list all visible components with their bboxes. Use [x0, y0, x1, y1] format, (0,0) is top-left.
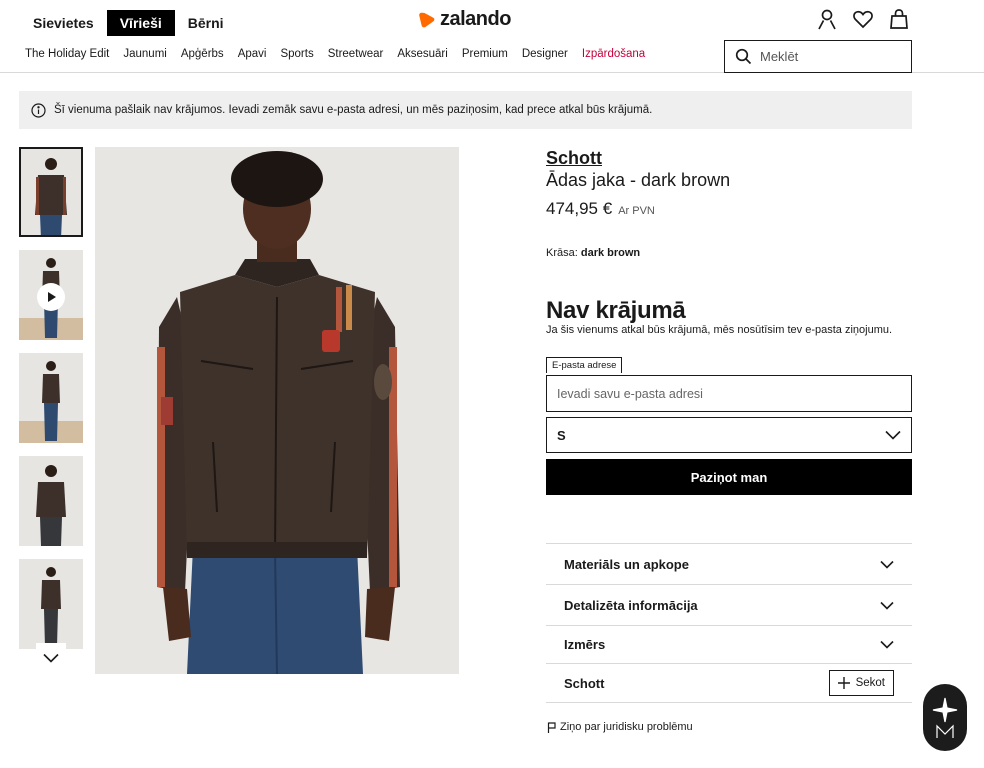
- color-value: dark brown: [580, 247, 641, 259]
- accordion-label: Izmērs: [564, 637, 606, 652]
- nav-sale[interactable]: Izpārdošana: [582, 48, 645, 60]
- chevron-down-icon: [880, 640, 894, 649]
- email-field[interactable]: [546, 375, 912, 412]
- follow-button[interactable]: Sekot: [828, 670, 894, 696]
- thumbnail-3[interactable]: [19, 353, 83, 443]
- logo-text: zalando: [440, 8, 511, 30]
- out-of-stock-notice: Šī vienuma pašlaik nav krājumos. Ievadi …: [19, 91, 912, 129]
- nav-streetwear[interactable]: Streetwear: [328, 48, 384, 60]
- nav-sports[interactable]: Sports: [280, 48, 313, 60]
- site-header: Sievietes Vīrieši Bērni zalando The Holi…: [0, 0, 984, 73]
- accordion-label: Detalizēta informācija: [564, 597, 698, 613]
- model-photo-thumb: [41, 567, 61, 647]
- play-video-button[interactable]: [37, 283, 65, 311]
- thumbnail-4[interactable]: [19, 456, 83, 546]
- accordion-details[interactable]: Detalizēta informācija: [546, 584, 912, 625]
- model-photo-thumb: [36, 465, 66, 546]
- notice-text: Šī vienuma pašlaik nav krājumos. Ievadi …: [54, 104, 653, 116]
- info-icon: [31, 102, 46, 118]
- nav-accessories[interactable]: Aksesuāri: [397, 48, 448, 60]
- product-info: Schott Ādas jaka - dark brown 474,95 € A…: [546, 148, 912, 495]
- nav-holiday-edit[interactable]: The Holiday Edit: [25, 48, 109, 60]
- accordion-label: Materiāls un apkope: [564, 556, 689, 572]
- brand-follow-label: Schott: [564, 675, 605, 691]
- search-input[interactable]: [760, 49, 890, 64]
- report-legal-issue-link[interactable]: Ziņo par juridisku problēmu: [547, 721, 693, 733]
- product-price: 474,95 €: [546, 199, 613, 218]
- tab-kids[interactable]: Bērni: [175, 10, 237, 36]
- thumbnail-2-video[interactable]: [19, 250, 83, 340]
- plus-icon: [837, 677, 850, 689]
- tab-women[interactable]: Sievietes: [20, 10, 107, 36]
- search-icon: [735, 48, 752, 65]
- model-photo-thumb: [35, 158, 67, 235]
- flag-icon: [547, 721, 556, 733]
- chevron-down-icon: [880, 601, 894, 610]
- main-nav: The Holiday Edit Jaunumi Apģērbs Apavi S…: [25, 48, 645, 60]
- follow-button-label: Sekot: [855, 677, 885, 689]
- notify-me-button[interactable]: Paziņot man: [546, 459, 912, 495]
- assistant-badge[interactable]: [923, 684, 967, 751]
- size-value: S: [557, 427, 566, 443]
- chevron-down-icon: [880, 560, 894, 569]
- account-icon[interactable]: [816, 8, 838, 30]
- bag-icon[interactable]: [888, 8, 910, 30]
- accordion-size[interactable]: Izmērs: [546, 625, 912, 663]
- play-icon: [48, 292, 56, 302]
- vat-note: Ar PVN: [618, 205, 655, 217]
- gender-tabs: Sievietes Vīrieši Bērni: [20, 10, 237, 36]
- nav-premium[interactable]: Premium: [462, 48, 508, 60]
- thumbnail-1[interactable]: [19, 147, 83, 237]
- nav-shoes[interactable]: Apavi: [238, 48, 267, 60]
- header-icons: [816, 8, 910, 30]
- size-select[interactable]: S: [546, 417, 912, 453]
- brand-link[interactable]: Schott: [546, 148, 912, 169]
- model-photo-thumb: [42, 361, 60, 441]
- nav-new[interactable]: Jaunumi: [123, 48, 166, 60]
- accordion-material-care[interactable]: Materiāls un apkope: [546, 543, 912, 584]
- price-row: 474,95 € Ar PVN: [546, 199, 912, 219]
- zalando-logo-icon: [419, 12, 435, 27]
- chevron-down-icon: [43, 653, 59, 663]
- search-box[interactable]: [724, 40, 912, 73]
- thumbnail-list: [19, 147, 83, 662]
- sparkle-logo-icon: [932, 697, 958, 738]
- nav-designer[interactable]: Designer: [522, 48, 568, 60]
- product-name: Ādas jaka - dark brown: [546, 170, 731, 190]
- thumbnails-scroll-down-button[interactable]: [36, 643, 66, 673]
- out-of-stock-subtitle: Ja šis vienums atkal būs krājumā, mēs no…: [546, 324, 893, 336]
- brand-follow-row: Schott Sekot: [546, 663, 912, 703]
- zalando-logo[interactable]: zalando: [418, 8, 511, 31]
- model-photo: [95, 147, 459, 674]
- chevron-down-icon: [885, 430, 901, 440]
- email-label: E-pasta adrese: [546, 357, 623, 373]
- tab-men[interactable]: Vīrieši: [106, 10, 175, 36]
- nav-clothing[interactable]: Apģērbs: [181, 48, 224, 60]
- wishlist-heart-icon[interactable]: [852, 8, 874, 30]
- color-label: Krāsa:: [546, 247, 578, 259]
- thumbnail-5[interactable]: [19, 559, 83, 649]
- report-text: Ziņo par juridisku problēmu: [560, 721, 693, 733]
- main-product-image[interactable]: [95, 147, 459, 674]
- color-row: Krāsa: dark brown: [546, 247, 640, 259]
- out-of-stock-title: Nav krājumā: [546, 297, 686, 324]
